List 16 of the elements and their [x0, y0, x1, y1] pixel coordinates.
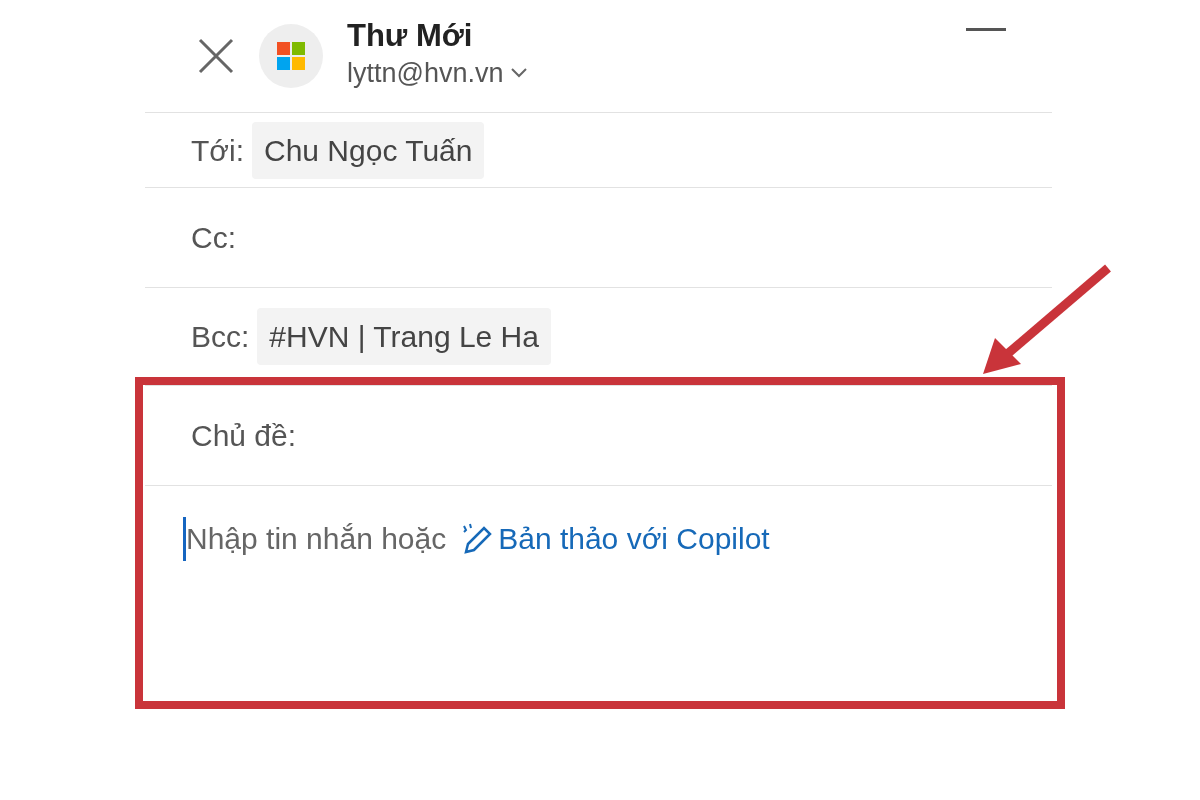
field-label: Tới:	[191, 132, 244, 169]
sender-account[interactable]: lyttn@hvn.vn	[347, 52, 504, 94]
field-label: Cc:	[191, 220, 236, 256]
recipient-chip[interactable]: Chu Ngọc Tuấn	[252, 121, 485, 179]
recipient-chip[interactable]: #HVN | Trang Le Ha	[257, 308, 551, 365]
text-cursor	[183, 516, 186, 561]
message-placeholder: Nhập tin nhắn hoặc	[186, 521, 447, 557]
minimize-icon[interactable]	[966, 28, 1006, 32]
field-label: Chủ đề:	[191, 418, 297, 454]
logo-icon	[259, 24, 323, 88]
compose-title: Thư Mới	[347, 18, 474, 53]
close-icon[interactable]	[197, 37, 235, 75]
field-label: Bcc:	[191, 319, 250, 355]
chevron-icon[interactable]	[511, 68, 528, 79]
message-field[interactable]: Nhập tin nhắn hoặc Bản thảo với Copilot	[145, 485, 1052, 561]
copilot-link[interactable]: Bản thảo với Copilot	[498, 516, 770, 561]
